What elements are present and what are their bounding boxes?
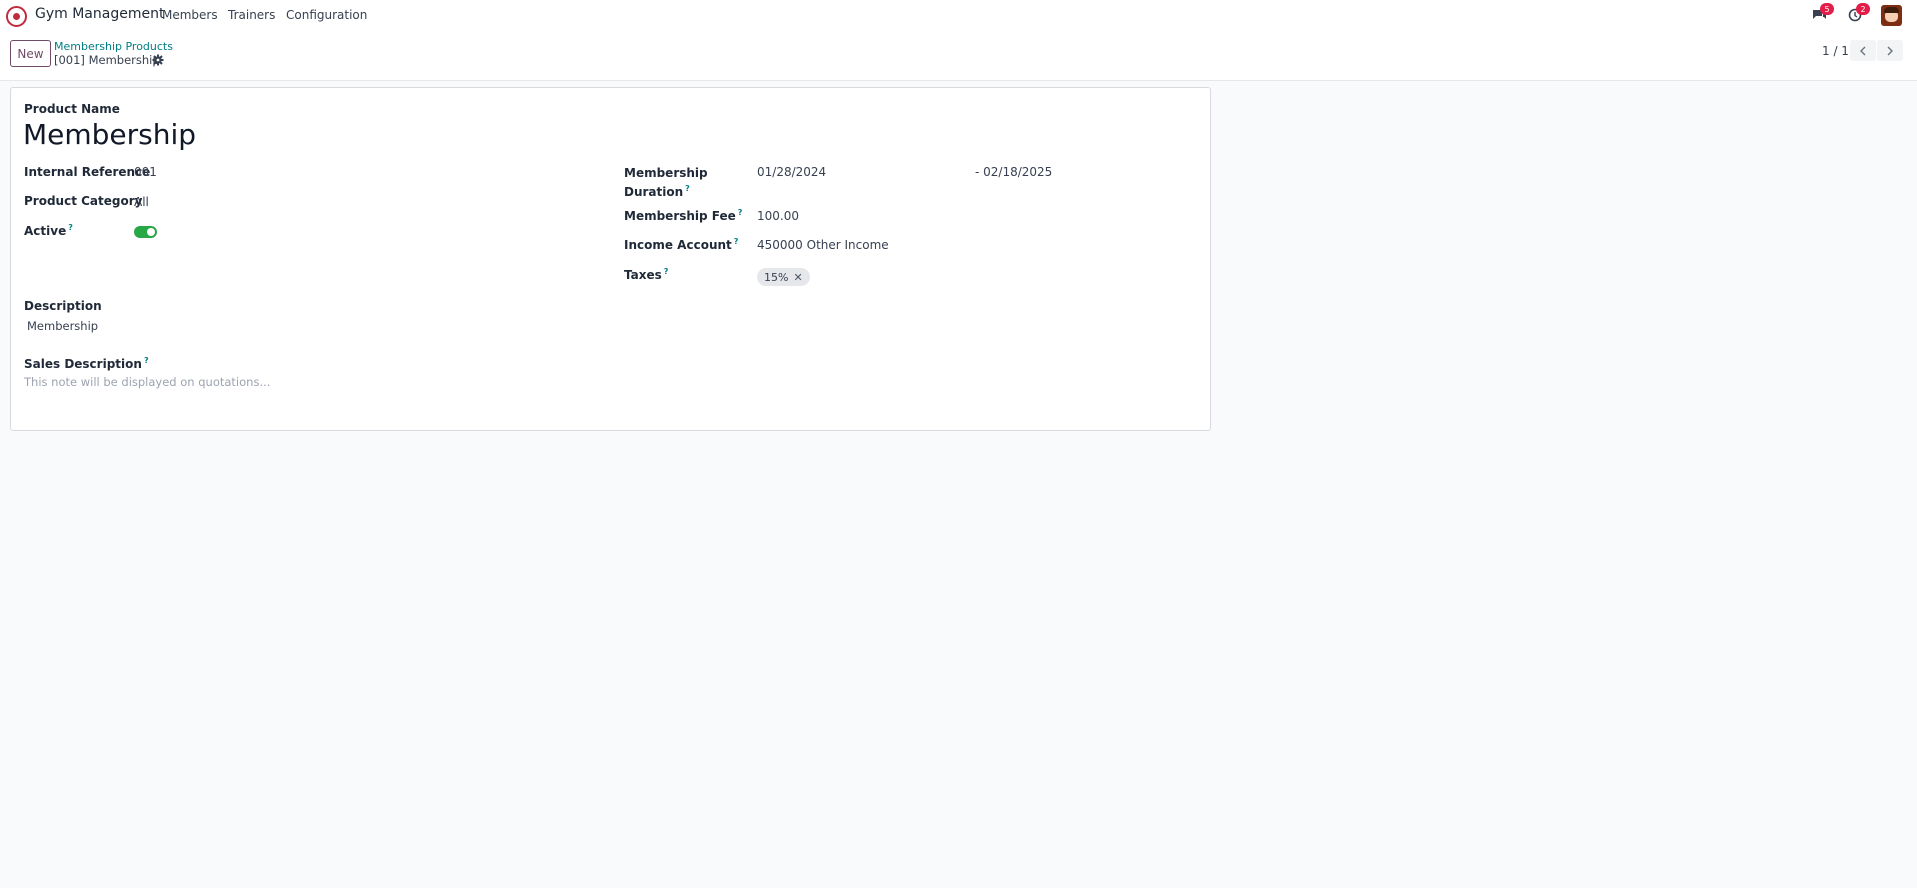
- pager-value[interactable]: 1 / 1: [1822, 44, 1849, 58]
- top-navbar: Gym Management Members Trainers Configur…: [0, 0, 1917, 30]
- taxes-label: Taxes?: [624, 267, 669, 282]
- form-sheet: Product Name Membership Internal Referen…: [10, 87, 1211, 431]
- membership-fee-label: Membership Fee?: [624, 208, 743, 223]
- user-avatar[interactable]: [1881, 5, 1902, 26]
- activity-badge: 2: [1856, 3, 1870, 15]
- app-logo-icon[interactable]: [6, 6, 27, 27]
- app-name[interactable]: Gym Management: [35, 6, 164, 22]
- control-panel: New Membership Products [001] Membership…: [0, 30, 1917, 81]
- help-icon: ?: [737, 208, 743, 217]
- internal-reference-label: Internal Reference: [24, 165, 151, 179]
- chat-badge: 5: [1820, 3, 1834, 15]
- help-icon: ?: [68, 223, 73, 232]
- activity-clock-icon[interactable]: 2: [1847, 3, 1870, 23]
- help-icon: ?: [663, 267, 669, 276]
- product-category-field[interactable]: All: [134, 195, 149, 209]
- income-account-label: Income Account?: [624, 237, 739, 252]
- breadcrumb-membership-products[interactable]: Membership Products: [54, 40, 173, 53]
- income-account-field[interactable]: 450000 Other Income: [757, 238, 889, 252]
- chevron-left-icon: [1860, 46, 1866, 55]
- active-label: Active?: [24, 223, 73, 238]
- membership-fee-field[interactable]: 100.00: [757, 209, 799, 223]
- help-icon: ?: [733, 237, 739, 246]
- description-label: Description: [24, 299, 102, 313]
- chat-icon[interactable]: 5: [1811, 3, 1834, 23]
- product-name-input[interactable]: Membership: [23, 118, 196, 151]
- internal-reference-field[interactable]: 001: [134, 165, 157, 179]
- menu-configuration[interactable]: Configuration: [286, 8, 367, 22]
- record-title: [001] Membership: [54, 53, 160, 67]
- active-toggle[interactable]: [134, 226, 157, 238]
- membership-duration-label: Membership Duration?: [624, 166, 708, 199]
- pager-next-button[interactable]: [1877, 40, 1903, 61]
- sales-description-label: Sales Description?: [24, 356, 149, 371]
- new-button[interactable]: New: [10, 40, 51, 67]
- pager-previous-button[interactable]: [1850, 40, 1876, 61]
- close-icon[interactable]: ✕: [793, 271, 802, 284]
- help-icon: ?: [685, 184, 690, 193]
- product-category-label: Product Category: [24, 194, 143, 208]
- tax-tag: 15% ✕: [757, 268, 810, 286]
- chevron-right-icon: [1887, 46, 1893, 55]
- help-icon: ?: [143, 356, 149, 365]
- menu-trainers[interactable]: Trainers: [228, 8, 275, 22]
- product-name-label: Product Name: [24, 102, 120, 116]
- tax-tag-label: 15%: [764, 270, 789, 284]
- gear-icon[interactable]: [152, 54, 164, 66]
- description-field[interactable]: Membership: [27, 319, 98, 333]
- sales-description-field[interactable]: This note will be displayed on quotation…: [24, 375, 270, 389]
- membership-date-from-field[interactable]: 01/28/2024: [757, 165, 826, 179]
- membership-date-to-field[interactable]: - 02/18/2025: [975, 165, 1052, 179]
- menu-members[interactable]: Members: [162, 8, 218, 22]
